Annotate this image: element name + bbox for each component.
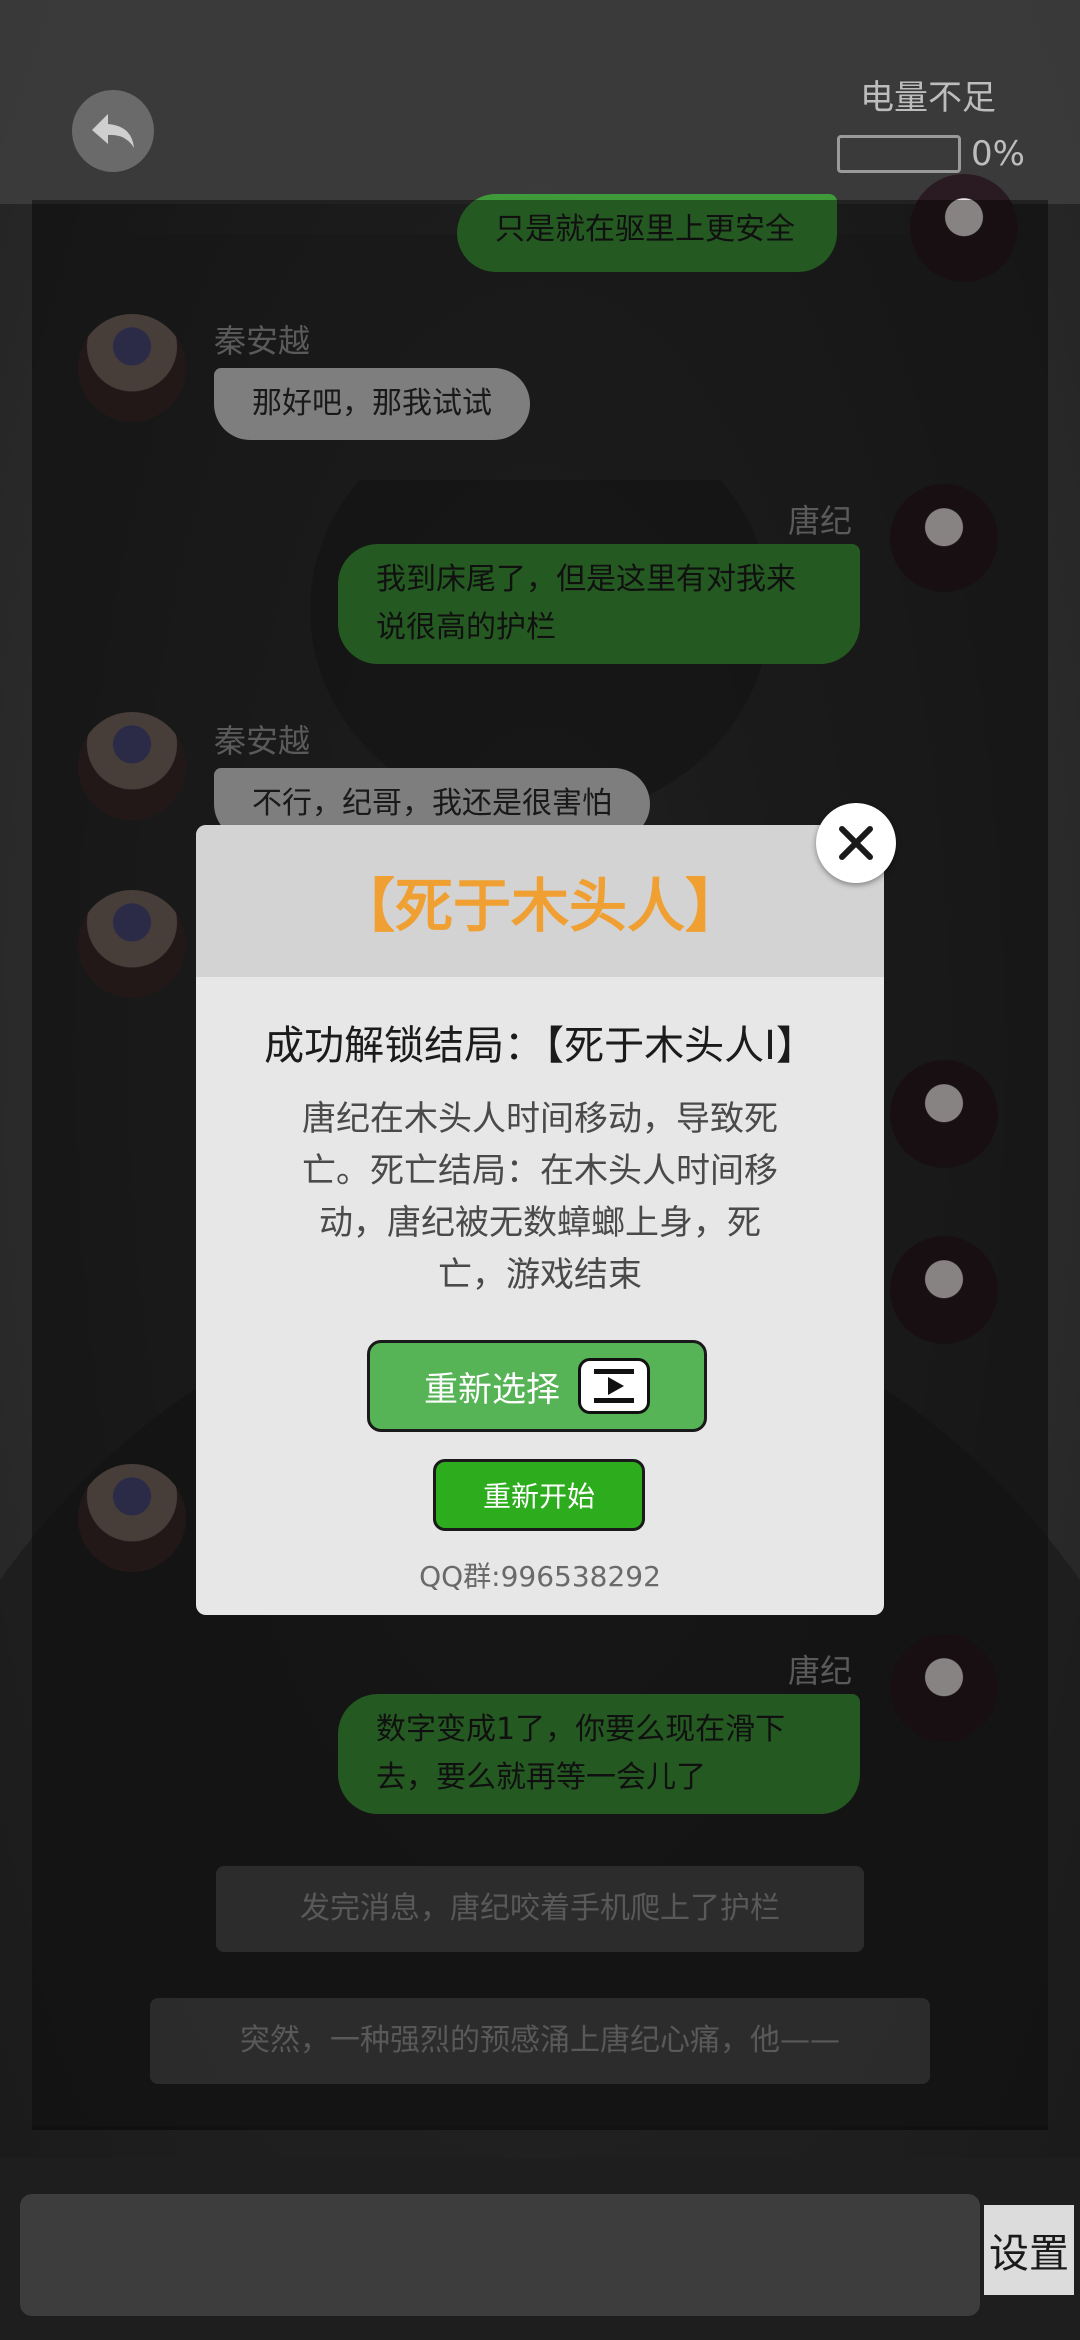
back-button[interactable] [72,90,154,172]
settings-button[interactable]: 设置 [984,2205,1074,2295]
battery-label: 电量不足 [860,78,996,118]
message-input[interactable] [20,2194,980,2316]
qq-group-text: QQ群:996538292 [419,1560,661,1593]
reselect-label: 重新选择 [424,1369,560,1410]
video-play-icon [578,1358,650,1414]
close-dialog-button[interactable] [816,803,896,883]
ending-dialog: 【死于木头人】 成功解锁结局：【死于木头人Ⅰ】 唐纪在木头人时间移动，导致死亡。… [196,825,884,1615]
unlock-text: 成功解锁结局：【死于木头人Ⅰ】 [264,1023,816,1069]
reselect-button[interactable]: 重新选择 [367,1340,707,1432]
battery-bar [837,135,961,173]
restart-button[interactable]: 重新开始 [433,1459,645,1531]
back-arrow-icon [92,114,134,148]
dialog-title: 【死于木头人】 [336,872,743,940]
ending-description: 唐纪在木头人时间移动，导致死亡。死亡结局：在木头人时间移动，唐纪被无数蟑螂上身，… [302,1099,778,1295]
bottom-bar: 设置 [0,2158,1080,2340]
dialog-header: 【死于木头人】 [196,825,884,977]
battery-percent: 0% [971,134,1025,174]
close-icon [839,826,873,860]
top-bar: 电量不足 0% [0,0,1080,204]
